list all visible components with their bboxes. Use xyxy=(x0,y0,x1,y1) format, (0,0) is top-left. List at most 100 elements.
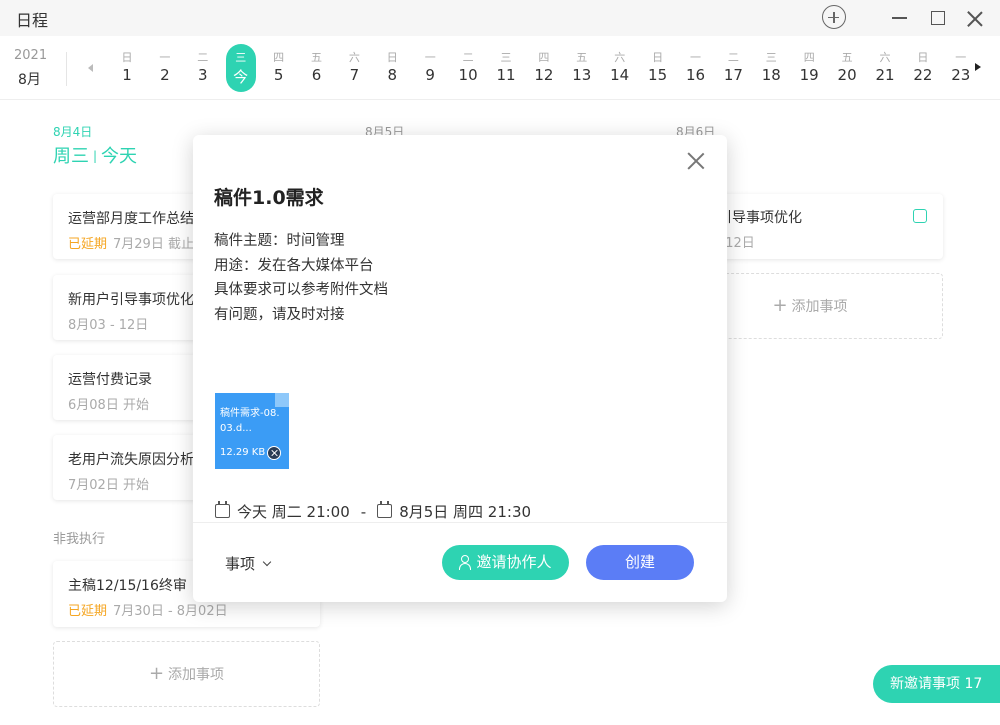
weekday-label: 一 xyxy=(424,51,436,64)
weekday-label: 六 xyxy=(348,51,360,64)
remove-icon[interactable] xyxy=(267,446,281,460)
end-time[interactable]: 8月5日 周四 21:30 xyxy=(399,503,531,521)
weekday-label: 一 xyxy=(690,51,701,64)
calendar-icon xyxy=(377,501,393,518)
month-label: 8月 xyxy=(18,72,41,88)
weekday-label: 日 xyxy=(652,51,664,64)
day-cell[interactable]: 四5 xyxy=(260,44,298,96)
day-cell[interactable]: 六7 xyxy=(335,44,373,96)
year-label: 2021 xyxy=(14,48,48,63)
weekday-label: 五 xyxy=(576,51,588,64)
column-heading: 周三 | 今天 xyxy=(53,146,138,167)
divider xyxy=(193,522,727,523)
weekday-label: 二 xyxy=(462,51,474,64)
app-title: 日程 xyxy=(16,11,49,30)
day-number: 9 xyxy=(425,66,435,84)
weekday-label: 四 xyxy=(538,51,550,64)
date-strip: 2021 8月 日 1 一 2 二 3 三今四 5 五 6 六 7 日 8 一 9 二 10 三 11 四 12 五 13 六 1… xyxy=(0,36,1000,100)
day-number: 17 xyxy=(723,66,743,84)
weekday-label: 一 xyxy=(955,51,967,64)
weekday-label: 四 xyxy=(803,51,815,64)
day-cell[interactable]: 二3 xyxy=(184,44,222,96)
day-cell[interactable]: 四 12 xyxy=(525,44,563,96)
invite-label: 邀请协作人 xyxy=(476,553,552,571)
day-number: 8 xyxy=(387,66,398,84)
day-number: 10 xyxy=(458,66,478,84)
late-badge: 已延期 xyxy=(68,237,108,252)
prev-arrow-icon[interactable] xyxy=(88,64,93,72)
day-number: 20 xyxy=(837,66,857,84)
start-time[interactable]: 今天 周二 21:00 xyxy=(237,503,350,521)
maximize-icon[interactable] xyxy=(931,11,945,25)
day-cell[interactable]: 五 13 xyxy=(563,44,601,96)
day-cell[interactable]: 五 20 xyxy=(828,44,866,96)
day-cell[interactable]: 二 17 xyxy=(714,44,752,96)
day-list: 日 1 一 2 二 3 三今四 5 五 6 六 7 日 8 一 9 二 10 三 11 四 12 五 13 六 14 日 15 一 16 二… xyxy=(108,44,974,96)
description-line: 具体要求可以参考附件文档 xyxy=(214,282,388,298)
file-icon[interactable]: 稿件需求-08.03.d... 12.29 KB xyxy=(215,393,289,469)
day-number: 11 xyxy=(496,66,516,84)
weekday-label: 四 xyxy=(273,51,285,64)
task-date: 7月29日 截止 xyxy=(113,237,194,252)
create-button[interactable]: 创建 xyxy=(586,545,694,580)
day-cell[interactable]: 三 11 xyxy=(487,44,525,96)
close-icon[interactable] xyxy=(966,10,984,28)
close-icon[interactable] xyxy=(687,152,705,170)
next-arrow-icon[interactable] xyxy=(975,63,981,71)
day-number: 12 xyxy=(534,66,554,84)
person-add-icon xyxy=(459,555,472,570)
column-date: 8月4日 xyxy=(53,125,93,139)
weekday-label: 二 xyxy=(727,51,739,64)
day-number: 16 xyxy=(685,66,706,84)
title-bar: 日程 xyxy=(0,0,1000,36)
day-cell[interactable]: 一 16 xyxy=(677,44,715,96)
type-select[interactable]: 事项 xyxy=(225,553,272,574)
day-number: 22 xyxy=(913,66,933,84)
add-icon[interactable] xyxy=(822,5,846,29)
late-badge: 已延期 xyxy=(68,604,108,619)
day-cell[interactable]: 六 14 xyxy=(601,44,639,96)
day-cell[interactable]: 三今 xyxy=(225,44,256,92)
add-item-button[interactable]: + 添加事项 xyxy=(53,641,320,707)
day-cell[interactable]: 日 15 xyxy=(639,44,677,96)
weekday-label: 三 xyxy=(500,51,512,64)
weekday-label: 日 xyxy=(386,51,398,64)
day-cell[interactable]: 日8 xyxy=(373,44,411,96)
day-cell[interactable]: 一2 xyxy=(146,44,184,96)
day-cell[interactable]: 六 21 xyxy=(866,44,904,96)
weekday-label: 六 xyxy=(614,51,626,64)
day-cell[interactable]: 日1 xyxy=(108,44,146,96)
task-date: 3 - 12日 xyxy=(704,236,755,251)
add-item-label: 添加事项 xyxy=(168,667,225,683)
today-label: 今天 xyxy=(101,146,138,167)
day-number: 5 xyxy=(273,66,284,84)
time-range: 今天 周二 21:00- 8月5日 周四 21:30 xyxy=(215,501,531,522)
day-cell[interactable]: 二 10 xyxy=(449,44,487,96)
weekday-label: 五 xyxy=(841,51,853,64)
weekday-label: 三 xyxy=(235,51,247,64)
day-number: 19 xyxy=(799,66,819,84)
attachment-name: 稿件需求-08.03.d... xyxy=(220,408,280,434)
day-cell[interactable]: 一9 xyxy=(411,44,449,96)
chevron-down-icon xyxy=(262,557,272,567)
description-line: 有问题，请及时对接 xyxy=(214,306,345,323)
file-corner xyxy=(275,393,289,407)
minimize-icon[interactable] xyxy=(892,17,907,19)
day-number: 6 xyxy=(311,66,322,84)
weekday-label: 周三 xyxy=(53,146,89,167)
type-label: 事项 xyxy=(225,555,256,573)
task-date: 7月30日 - 8月02日 xyxy=(113,604,228,619)
weekday-label: 五 xyxy=(311,51,322,64)
invite-collaborator-button[interactable]: 邀请协作人 xyxy=(442,545,569,580)
day-number: 14 xyxy=(610,66,630,84)
day-cell[interactable]: 日 22 xyxy=(904,44,942,96)
task-checkbox[interactable] xyxy=(913,209,927,223)
day-cell[interactable]: 四 19 xyxy=(790,44,828,96)
day-number: 2 xyxy=(160,66,170,84)
description-line: 用途：发在各大媒体平台 xyxy=(214,257,374,274)
day-cell[interactable]: 五6 xyxy=(298,44,336,96)
day-number: 3 xyxy=(198,66,208,84)
new-invites-button[interactable]: 新邀请事项 17 xyxy=(873,665,1000,703)
day-number: 21 xyxy=(875,66,895,84)
day-cell[interactable]: 三 18 xyxy=(752,44,790,96)
